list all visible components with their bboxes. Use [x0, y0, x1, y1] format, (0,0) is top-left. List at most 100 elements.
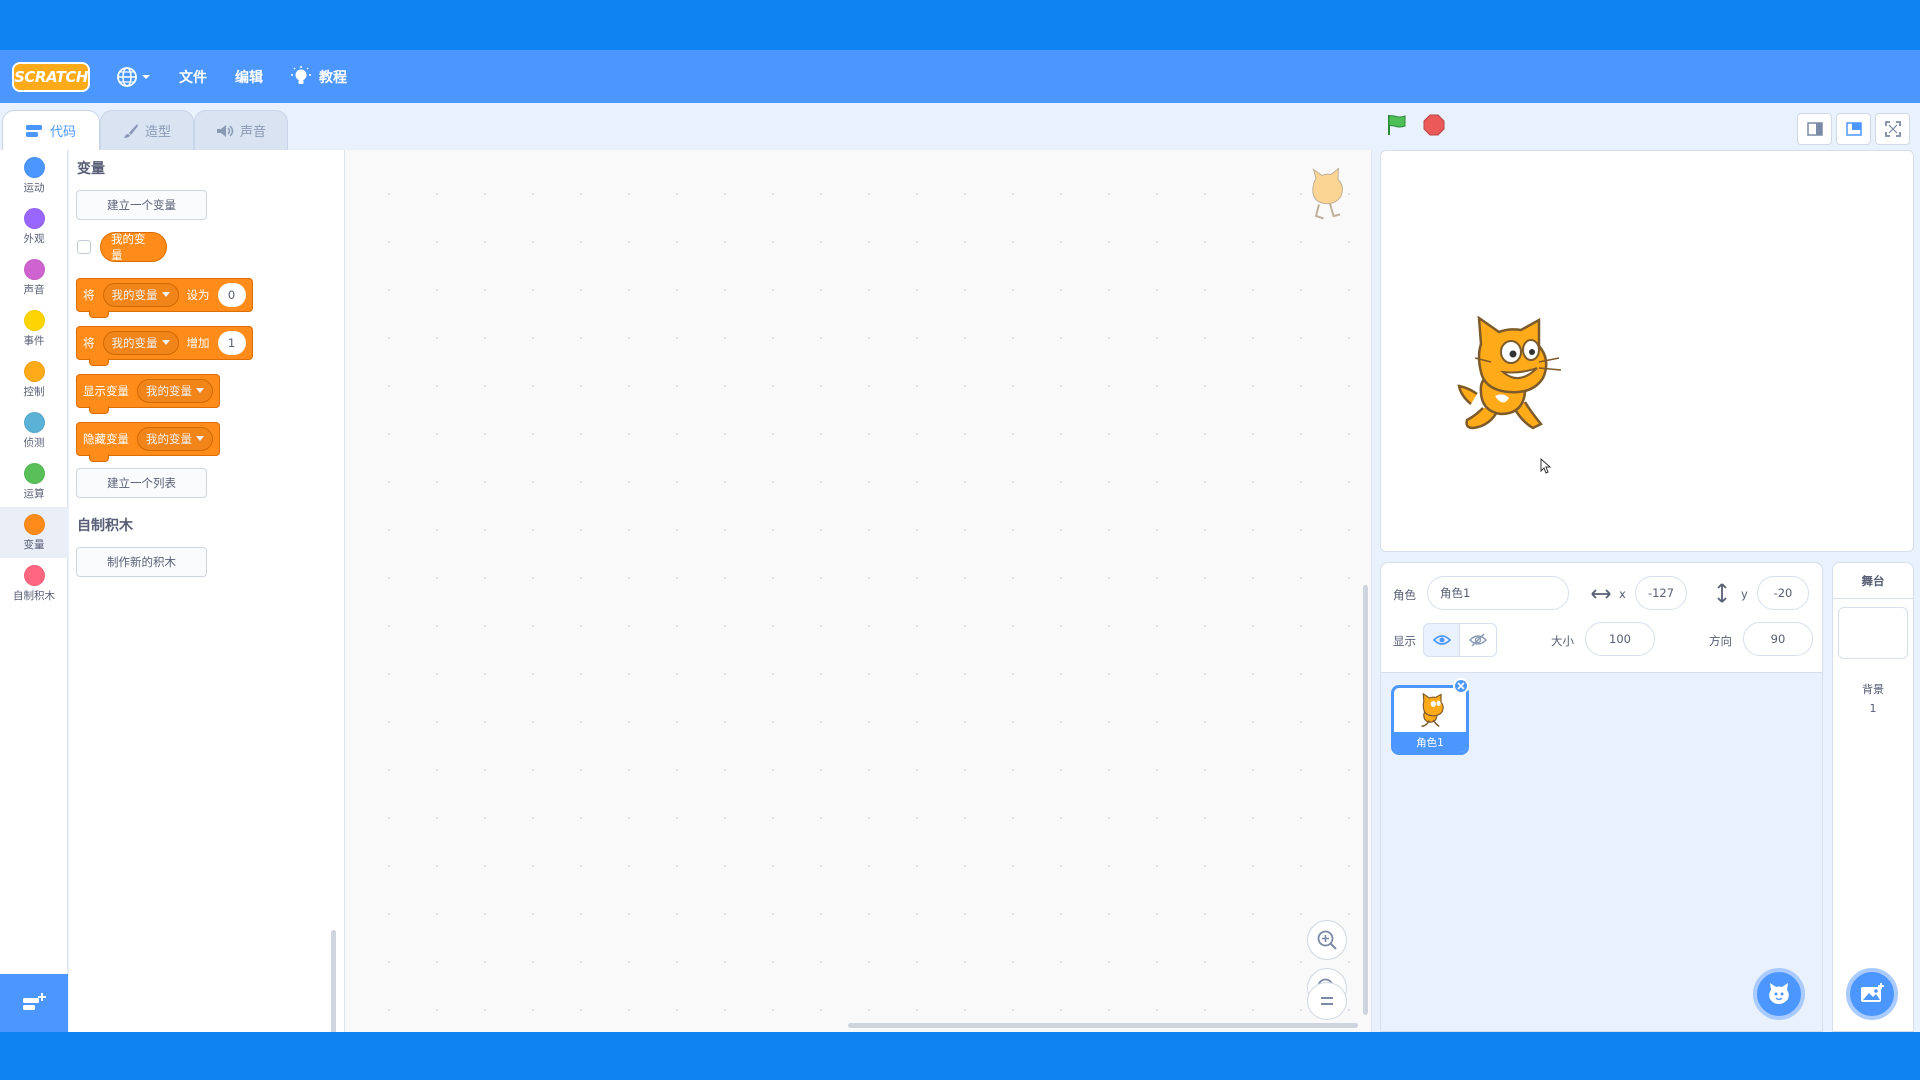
category-dot [23, 360, 45, 382]
file-menu[interactable]: 文件 [165, 50, 221, 103]
code-icon [25, 124, 42, 137]
caret-down-icon [142, 74, 150, 79]
category-dot [23, 207, 45, 229]
category-sound[interactable]: 声音 [0, 252, 68, 303]
choose-backdrop-button[interactable] [1846, 968, 1898, 1020]
variable-monitor-checkbox[interactable] [77, 240, 91, 254]
mouse-cursor-icon [1540, 458, 1552, 474]
hide-variable-block[interactable]: 隐藏变量 我的变量 [76, 422, 220, 462]
stage-controls [1385, 113, 1445, 137]
dropdown-value: 我的变量 [146, 384, 192, 398]
category-looks[interactable]: 外观 [0, 201, 68, 252]
dropdown-value: 我的变量 [111, 288, 158, 302]
block-text: 隐藏变量 [83, 432, 129, 446]
show-sprite-button[interactable] [1423, 623, 1460, 657]
category-operators[interactable]: 运算 [0, 456, 68, 507]
stage-selector[interactable]: 舞台 背景 1 [1832, 562, 1914, 1032]
speaker-icon [216, 124, 234, 137]
direction-value: 90 [1770, 632, 1786, 646]
make-list-button[interactable]: 建立一个列表 [76, 468, 207, 498]
equals-icon [1321, 997, 1333, 1005]
zoom-reset-button[interactable] [1307, 982, 1347, 1020]
fullscreen-button[interactable] [1875, 113, 1910, 145]
hide-sprite-button[interactable] [1460, 623, 1497, 657]
horizontal-arrows-icon [1591, 589, 1611, 599]
category-motion[interactable]: 运动 [0, 150, 68, 201]
category-dot [23, 156, 45, 178]
sprite-name-label: 角色 [1393, 588, 1416, 602]
direction-input[interactable]: 90 [1743, 622, 1813, 656]
sprite-tile-name: 角色1 [1394, 732, 1466, 752]
eye-slash-icon [1469, 633, 1487, 647]
workspace-horizontal-scrollbar[interactable] [848, 1023, 1358, 1028]
tab-sounds[interactable]: 声音 [194, 110, 288, 150]
lightbulb-icon [291, 65, 311, 84]
block-text: 显示变量 [83, 384, 129, 398]
dropdown-value: 我的变量 [111, 336, 158, 350]
tab-code-label: 代码 [49, 125, 76, 140]
variable-dropdown[interactable]: 我的变量 [102, 331, 179, 355]
stop-icon[interactable] [1423, 114, 1445, 136]
category-events[interactable]: 事件 [0, 303, 68, 354]
my-variable-reporter[interactable]: 我的变量 [100, 232, 167, 262]
tab-code[interactable]: 代码 [2, 110, 100, 150]
sprite-pane: 角色 角色1 x -127 y -20 显示 大小 100 方向 90 角色1 [1380, 562, 1823, 1032]
value-input[interactable]: 1 [217, 331, 246, 355]
value-input[interactable]: 0 [217, 283, 246, 307]
add-extension-button[interactable] [0, 974, 68, 1032]
sprite-name-input[interactable]: 角色1 [1427, 576, 1569, 610]
tab-sounds-label: 声音 [239, 125, 266, 140]
zoom-in-button[interactable] [1307, 920, 1347, 960]
y-position-input[interactable]: -20 [1757, 576, 1809, 610]
category-dot [23, 513, 45, 535]
tab-costumes[interactable]: 造型 [100, 110, 194, 150]
caret-down-icon [196, 388, 204, 393]
stage-canvas[interactable] [1380, 150, 1914, 552]
palette-scrollbar[interactable] [331, 930, 336, 1032]
edit-menu[interactable]: 编辑 [221, 50, 277, 103]
close-icon [1457, 682, 1465, 690]
category-label: 运算 [23, 487, 45, 500]
fullscreen-icon [1884, 121, 1901, 137]
stage-thumbnail[interactable] [1838, 607, 1908, 659]
make-block-button[interactable]: 制作新的积木 [76, 547, 207, 577]
cat-sprite[interactable] [1451, 316, 1566, 436]
x-position-input[interactable]: -127 [1635, 576, 1687, 610]
variable-dropdown[interactable]: 我的变量 [137, 427, 213, 451]
sprite-tile[interactable]: 角色1 [1391, 685, 1469, 755]
block-categories: 运动 外观 声音 事件 控制 侦测 运算 变量 自制积木 [0, 150, 68, 1032]
tutorials-menu[interactable]: 教程 [277, 50, 361, 103]
code-workspace[interactable] [345, 150, 1372, 1032]
language-menu[interactable] [102, 50, 165, 103]
category-label: 控制 [23, 385, 45, 398]
change-variable-block[interactable]: 将 我的变量 增加 1 [76, 326, 253, 366]
small-stage-icon [1806, 122, 1823, 136]
set-variable-block[interactable]: 将 我的变量 设为 0 [76, 278, 253, 318]
category-my-blocks[interactable]: 自制积木 [0, 558, 68, 609]
variable-dropdown[interactable]: 我的变量 [102, 283, 179, 307]
normal-stage-icon [1845, 122, 1862, 136]
normal-stage-button[interactable] [1836, 113, 1871, 145]
category-variables[interactable]: 变量 [0, 507, 68, 558]
size-label: 大小 [1551, 634, 1574, 648]
show-variable-block[interactable]: 显示变量 我的变量 [76, 374, 220, 414]
variable-dropdown[interactable]: 我的变量 [137, 379, 213, 403]
choose-sprite-button[interactable] [1753, 968, 1805, 1020]
green-flag-icon[interactable] [1385, 113, 1409, 137]
make-variable-button[interactable]: 建立一个变量 [76, 190, 207, 220]
visibility-toggle [1423, 623, 1497, 657]
delete-sprite-button[interactable] [1453, 678, 1469, 694]
workspace-vertical-scrollbar[interactable] [1363, 585, 1368, 1015]
small-stage-button[interactable] [1797, 113, 1832, 145]
size-input[interactable]: 100 [1585, 622, 1655, 656]
current-sprite-watermark [1312, 168, 1343, 220]
caret-down-icon [161, 292, 170, 297]
category-dot [23, 564, 45, 586]
category-sensing[interactable]: 侦测 [0, 405, 68, 456]
sprite-name-value: 角色1 [1440, 586, 1471, 600]
extension-icon [23, 993, 46, 1010]
scratch-logo[interactable]: SCRATCH [12, 61, 90, 92]
category-label: 侦测 [23, 436, 45, 449]
category-control[interactable]: 控制 [0, 354, 68, 405]
backdrops-count: 1 [1869, 702, 1877, 715]
